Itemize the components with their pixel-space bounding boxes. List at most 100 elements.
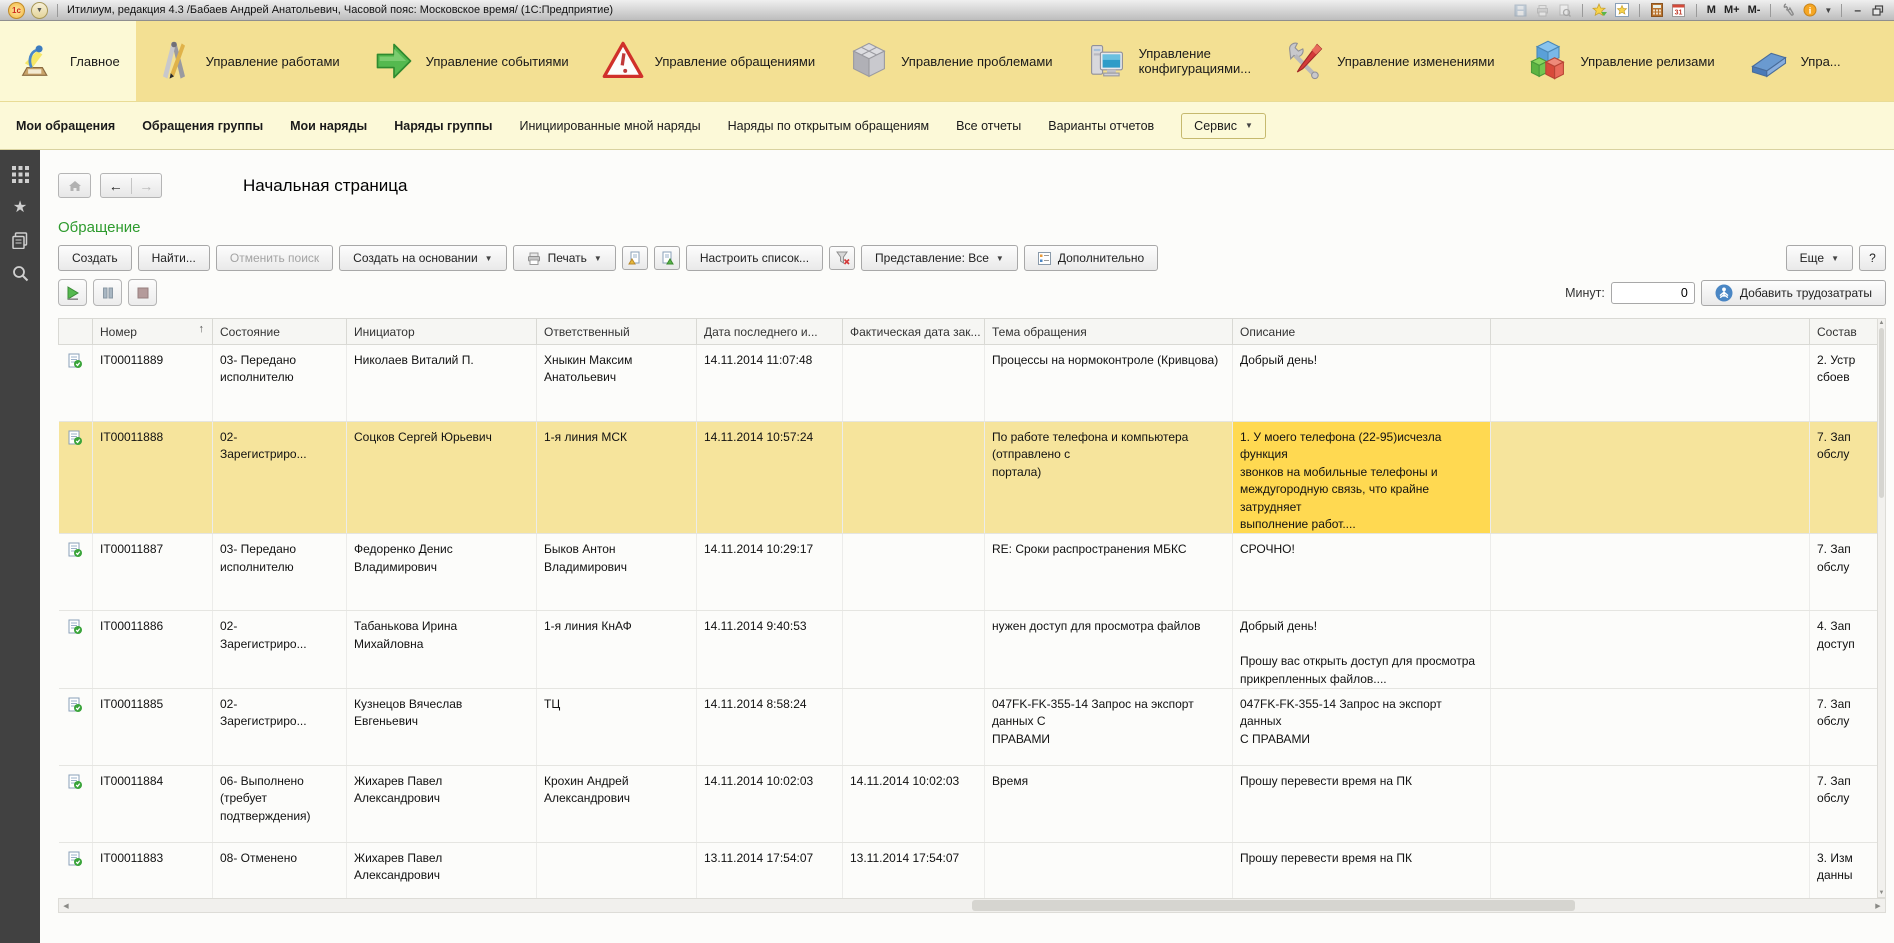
history-icon[interactable] — [10, 230, 30, 250]
minutes-input[interactable] — [1611, 282, 1695, 304]
pause-button[interactable] — [93, 279, 122, 306]
table-row[interactable]: IT0001188602- Зарегистриро...Табанькова … — [59, 611, 1878, 689]
info-icon[interactable]: i — [1802, 3, 1818, 18]
tab-event-management[interactable]: Управление событиями — [356, 21, 585, 101]
help-button[interactable]: ? — [1859, 245, 1886, 271]
menu-group-orders[interactable]: Наряды группы — [394, 119, 492, 133]
table-row[interactable]: IT0001188703- Передано исполнителюФедоре… — [59, 534, 1878, 611]
service-menu-button[interactable]: Сервис▼ — [1181, 113, 1266, 139]
settings-wrench-icon[interactable] — [1780, 3, 1796, 18]
search-icon[interactable] — [10, 263, 30, 283]
col-subject[interactable]: Тема обращения — [985, 319, 1233, 345]
scroll-down-icon[interactable]: ▼ — [1878, 890, 1885, 896]
col-actual-date[interactable]: Фактическая дата зак... — [843, 319, 985, 345]
cell-initiator: Табанькова Ирина Михайловна — [347, 611, 537, 689]
stop-button[interactable] — [128, 279, 157, 306]
col-spacer[interactable] — [1491, 319, 1810, 345]
print-button[interactable]: Печать▼ — [513, 245, 616, 271]
tab-main[interactable]: Главное — [0, 21, 136, 101]
doc-check-icon — [59, 422, 93, 534]
minimize-button[interactable]: – — [1851, 3, 1864, 17]
menu-all-reports[interactable]: Все отчеты — [956, 119, 1021, 133]
tab-configuration-management[interactable]: Управление конфигурациями... — [1069, 21, 1268, 101]
open-list-button[interactable] — [654, 246, 680, 270]
scroll-left-icon[interactable]: ◀ — [59, 900, 73, 911]
favorites-icon[interactable] — [1614, 3, 1630, 18]
vertical-scroll-thumb[interactable] — [1879, 328, 1884, 498]
home-button[interactable] — [58, 173, 91, 198]
table-body: IT0001188903- Передано исполнителюНикола… — [59, 345, 1878, 899]
cancel-search-button[interactable]: Отменить поиск — [216, 245, 333, 271]
play-button[interactable] — [58, 279, 87, 306]
1c-logo[interactable]: 1с — [8, 2, 25, 19]
stop-icon — [136, 286, 150, 300]
menu-group-requests[interactable]: Обращения группы — [142, 119, 263, 133]
cell-state: 08- Отменено — [213, 842, 347, 898]
vertical-scrollbar[interactable]: ▲ ▼ — [1877, 318, 1886, 898]
horizontal-scrollbar[interactable]: ◀ ▶ — [58, 898, 1886, 913]
preview-icon[interactable] — [1557, 3, 1573, 18]
tab-problem-management[interactable]: Управление проблемами — [831, 21, 1068, 101]
menu-orders-open-requests[interactable]: Наряды по открытым обращениям — [728, 119, 929, 133]
tab-release-management[interactable]: Управление релизами — [1510, 21, 1730, 101]
table-row[interactable]: IT0001188502- Зарегистриро...Кузнецов Вя… — [59, 688, 1878, 765]
menu-my-requests[interactable]: Мои обращения — [16, 119, 115, 133]
view-filter-button[interactable]: Представление: Все▼ — [861, 245, 1018, 271]
favorites-star-icon[interactable]: ★ — [10, 197, 30, 217]
col-icon[interactable] — [59, 319, 93, 345]
m-button[interactable]: M — [1706, 4, 1717, 16]
calendar-icon[interactable]: 31 — [1671, 3, 1687, 18]
output-list-button[interactable] — [622, 246, 648, 270]
configure-list-button[interactable]: Настроить список... — [686, 245, 823, 271]
tab-work-management[interactable]: Управление работами — [136, 21, 356, 101]
favorites-add-icon[interactable] — [1592, 3, 1608, 18]
col-initiator[interactable]: Инициатор — [347, 319, 537, 345]
info-dropdown-icon[interactable]: ▼ — [1824, 6, 1832, 15]
tab-request-management[interactable]: Управление обращениями — [585, 21, 831, 101]
col-state[interactable]: Состояние — [213, 319, 347, 345]
scroll-up-icon[interactable]: ▲ — [1878, 320, 1885, 326]
scroll-right-icon[interactable]: ▶ — [1871, 900, 1885, 911]
print-icon[interactable] — [1535, 3, 1551, 18]
horizontal-scroll-thumb[interactable] — [972, 900, 1575, 911]
sections-panel-icon[interactable] — [10, 164, 30, 184]
table-row[interactable]: IT0001188406- Выполнено (требует подтвер… — [59, 765, 1878, 842]
tab-label: Управление событиями — [426, 54, 569, 69]
cell-spacer — [1491, 345, 1810, 422]
tab-change-management[interactable]: Управление изменениями — [1267, 21, 1510, 101]
table-row[interactable]: IT0001188802- Зарегистриро...Соцков Серг… — [59, 422, 1878, 534]
additional-button[interactable]: Дополнительно — [1024, 245, 1158, 271]
restore-button[interactable] — [1870, 3, 1886, 18]
col-last-date[interactable]: Дата последнего и... — [697, 319, 843, 345]
cell-description: 047FK-FK-355-14 Запрос на экспорт данных… — [1233, 688, 1491, 765]
divider — [1582, 4, 1583, 17]
menu-my-orders[interactable]: Мои наряды — [290, 119, 367, 133]
system-menu-button[interactable]: ▼ — [31, 2, 48, 19]
menu-initiated-orders[interactable]: Инициированные мной наряды — [519, 119, 700, 133]
cell-service: 3. Изм данны — [1810, 842, 1878, 898]
more-button[interactable]: Еще▼ — [1786, 245, 1853, 271]
cell-responsible: Крохин Андрей Александрович — [537, 765, 697, 842]
m-plus-button[interactable]: M+ — [1723, 4, 1741, 16]
clear-filter-button[interactable] — [829, 246, 855, 270]
cell-state: 02- Зарегистриро... — [213, 611, 347, 689]
find-button[interactable]: Найти... — [138, 245, 210, 271]
create-button[interactable]: Создать — [58, 245, 132, 271]
cell-number: IT00011888 — [93, 422, 213, 534]
table-row[interactable]: IT0001188903- Передано исполнителюНикола… — [59, 345, 1878, 422]
add-labor-button[interactable]: Добавить трудозатраты — [1701, 280, 1886, 306]
menu-report-variants[interactable]: Варианты отчетов — [1048, 119, 1154, 133]
save-icon[interactable] — [1513, 3, 1529, 18]
m-minus-button[interactable]: M- — [1747, 4, 1762, 16]
calculator-icon[interactable] — [1649, 3, 1665, 18]
back-button[interactable]: ← — [101, 178, 132, 194]
col-responsible[interactable]: Ответственный — [537, 319, 697, 345]
col-description[interactable]: Описание — [1233, 319, 1491, 345]
table-row[interactable]: IT0001188308- ОтмененоЖихарев Павел Алек… — [59, 842, 1878, 898]
cell-number: IT00011889 — [93, 345, 213, 422]
forward-button[interactable]: → — [132, 178, 162, 194]
tab-knowledge-management[interactable]: Упра... — [1731, 21, 1857, 101]
create-based-on-button[interactable]: Создать на основании▼ — [339, 245, 506, 271]
col-service[interactable]: Состав — [1810, 319, 1878, 345]
col-number[interactable]: Номер↑ — [93, 319, 213, 345]
